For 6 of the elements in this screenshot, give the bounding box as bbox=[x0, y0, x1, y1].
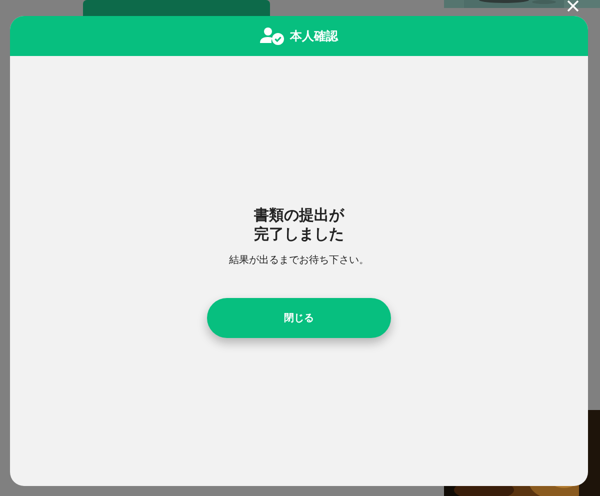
close-button[interactable]: 閉じる bbox=[207, 298, 391, 338]
modal-title: 本人確認 bbox=[290, 28, 338, 44]
user-check-icon bbox=[260, 27, 284, 45]
wait-message: 結果が出るまでお待ち下さい。 bbox=[229, 254, 369, 267]
close-icon[interactable] bbox=[567, 0, 579, 12]
completion-heading: 書類の提出が完了しました bbox=[253, 206, 345, 244]
